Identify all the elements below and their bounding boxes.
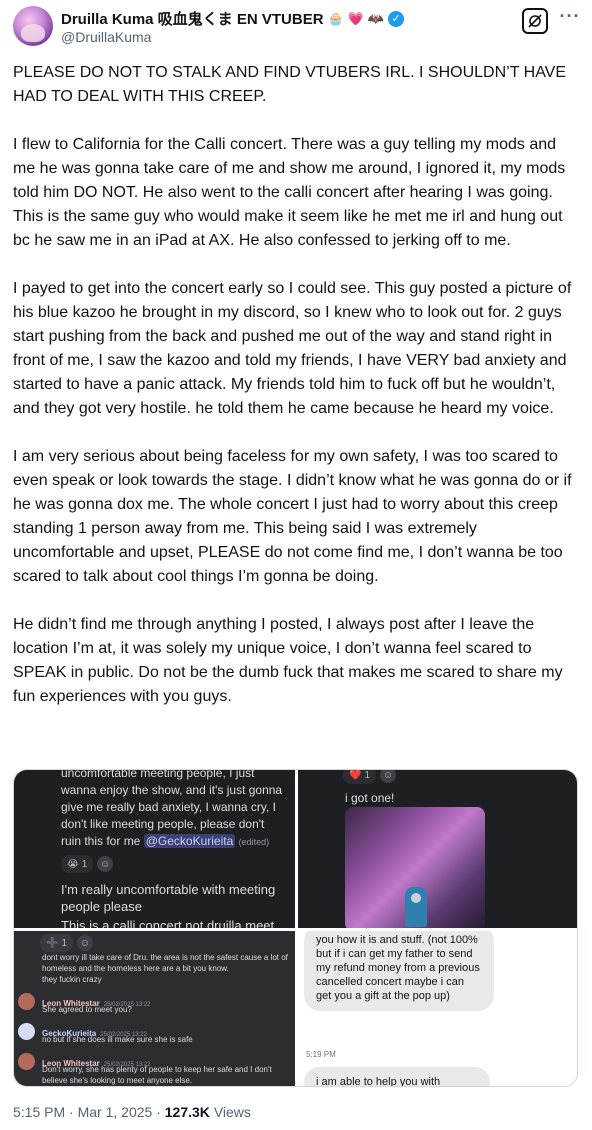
crying-emoji: 😭	[67, 858, 79, 870]
message-bubble: i am able to help you with	[304, 1067, 490, 1086]
message-time: 5:19 PM	[306, 1050, 336, 1059]
tweet-body: PLEASE DO NOT TO STALK AND FIND VTUBERS …	[13, 61, 581, 733]
tweet-paragraph: He didn’t find me through anything I pos…	[13, 616, 563, 705]
tweet-meta: 5:15 PM · Mar 1, 2025 · 127.3K Views	[13, 1104, 251, 1120]
display-name[interactable]: Druilla Kuma 吸血鬼くま EN VTUBER	[61, 8, 324, 29]
reaction-row: ➕ 1 ☺	[40, 934, 94, 952]
separator-dot: ·	[156, 1104, 165, 1120]
tweet-paragraph: PLEASE DO NOT TO STALK AND FIND VTUBERS …	[13, 64, 567, 105]
discord-message: This is a calli concert not druilla meet	[61, 918, 275, 928]
discord-message: no but if she does ill make sure she is …	[42, 1035, 193, 1044]
discord-message: She agreed to meet you?	[42, 1005, 132, 1014]
bat-emoji: 🦇	[367, 11, 385, 26]
reaction-count: 1	[364, 770, 371, 781]
edited-label: (edited)	[238, 837, 270, 847]
reaction-count: 1	[61, 937, 68, 949]
user-mention: @GeckoKurieita	[143, 834, 236, 848]
discord-message: they fuckin crazy	[42, 975, 102, 984]
separator-dot: ·	[69, 1104, 78, 1120]
avatar	[18, 1053, 35, 1070]
reaction-count: 1	[81, 858, 88, 870]
reaction-pill: ❤️ 1	[343, 770, 377, 784]
heart-emoji: ❤️	[349, 770, 362, 781]
discord-message: i got one!	[345, 791, 395, 805]
post-date[interactable]: Mar 1, 2025	[78, 1104, 153, 1120]
avatar[interactable]	[13, 6, 53, 46]
user-handle[interactable]: @DruillaKuma	[61, 29, 151, 45]
reaction-row: ❤️ 1 ☺	[343, 770, 397, 784]
media-image-3[interactable]: ➕ 1 ☺ dont worry ill take care of Dru. t…	[14, 931, 295, 1086]
post-time[interactable]: 5:15 PM	[13, 1104, 65, 1120]
avatar	[18, 993, 35, 1010]
avatar	[18, 1023, 35, 1040]
tweet-paragraph: I flew to California for the Calli conce…	[13, 136, 566, 249]
reaction-pill: ➕ 1	[40, 934, 74, 952]
add-reaction-icon: ☺	[97, 856, 114, 872]
tweet-paragraph: I payed to get into the concert early so…	[13, 280, 572, 417]
kazoo-image	[405, 887, 427, 927]
verified-badge-icon: ✓	[388, 10, 405, 27]
media-grid: uncomfortable meeting people, I just wan…	[13, 769, 578, 1087]
name-row: Druilla Kuma 吸血鬼くま EN VTUBER 🧁 💗 🦇 ✓	[61, 8, 405, 29]
grok-glyph	[528, 14, 542, 28]
views-label: Views	[213, 1104, 251, 1120]
heart-emoji: 💗	[347, 11, 364, 26]
more-options-icon[interactable]: ···	[558, 6, 582, 30]
kazoo-photo	[345, 807, 485, 928]
tweet-paragraph: I am very serious about being faceless f…	[13, 448, 572, 585]
reaction-row: 😭 1 ☺	[61, 855, 114, 873]
media-image-4[interactable]: you how it is and stuff. (not 100% but i…	[298, 931, 577, 1086]
discord-message: dont worry ill take care of Dru. the are…	[42, 953, 288, 973]
views-count: 127.3K	[164, 1104, 210, 1120]
plus-emoji: ➕	[46, 937, 59, 949]
media-image-1[interactable]: uncomfortable meeting people, I just wan…	[14, 770, 295, 928]
message-bubble: you how it is and stuff. (not 100% but i…	[304, 931, 494, 1011]
reaction-pill: 😭 1	[61, 855, 94, 873]
discord-message: uncomfortable meeting people, I just wan…	[61, 770, 286, 851]
media-image-2[interactable]: ❤️ 1 ☺ i got one!	[298, 770, 577, 928]
add-reaction-icon: ☺	[380, 770, 397, 783]
cupcake-emoji: 🧁	[327, 11, 344, 26]
add-reaction-icon: ☺	[77, 935, 94, 951]
grok-icon[interactable]	[522, 8, 548, 34]
discord-message: I'm really uncomfortable with meeting pe…	[61, 882, 276, 914]
tweet-header: Druilla Kuma 吸血鬼くま EN VTUBER 🧁 💗 🦇 ✓ @Dr…	[0, 0, 592, 56]
discord-message: Don't worry, she has plenty of people to…	[42, 1065, 272, 1085]
